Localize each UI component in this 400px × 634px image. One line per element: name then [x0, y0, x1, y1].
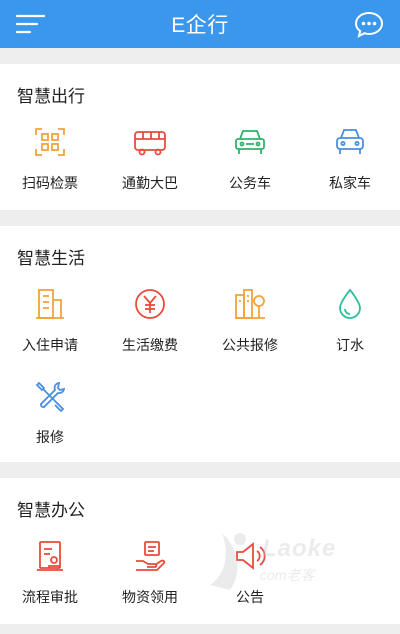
item-label: 流程审批	[22, 589, 78, 605]
water-drop-icon	[332, 286, 368, 322]
section-office: 智慧办公 流程审批 物资领用 公告	[0, 478, 400, 624]
bus-icon	[132, 124, 168, 160]
item-label: 生活缴费	[122, 337, 178, 353]
item-label: 订水	[336, 337, 364, 353]
page-title: E企行	[171, 14, 229, 37]
item-label: 物资领用	[122, 589, 178, 605]
menu-icon[interactable]	[15, 14, 46, 34]
megaphone-icon	[232, 538, 268, 574]
building-icon	[32, 286, 68, 322]
item-label: 扫码检票	[22, 175, 78, 191]
app-header: E企行	[0, 0, 400, 48]
item-label: 公共报修	[222, 337, 278, 353]
item-label: 公务车	[229, 175, 271, 191]
section-travel: 智慧出行 扫码检票 通勤大巴 公务车 私家车	[0, 64, 400, 210]
item-repair[interactable]: 报修	[0, 378, 100, 447]
item-life-payment[interactable]: 生活缴费	[100, 286, 200, 355]
item-official-car[interactable]: 公务车	[200, 124, 300, 193]
item-label: 报修	[36, 429, 64, 445]
private-car-icon	[332, 124, 368, 160]
item-label: 入住申请	[22, 337, 78, 353]
tools-icon	[32, 378, 68, 414]
supplies-icon	[132, 538, 168, 574]
item-order-water[interactable]: 订水	[300, 286, 400, 355]
item-public-repair[interactable]: 公共报修	[200, 286, 300, 355]
approval-icon	[32, 538, 68, 574]
item-supplies[interactable]: 物资领用	[100, 538, 200, 607]
yen-coin-icon	[132, 286, 168, 322]
item-label: 公告	[236, 589, 264, 605]
item-private-car[interactable]: 私家车	[300, 124, 400, 193]
qr-scan-icon	[32, 124, 68, 160]
item-label: 私家车	[329, 175, 371, 191]
section-title: 智慧生活	[17, 249, 85, 268]
item-commute-bus[interactable]: 通勤大巴	[100, 124, 200, 193]
chat-icon[interactable]	[354, 10, 384, 38]
section-title: 智慧出行	[17, 87, 85, 106]
section-life: 智慧生活 入住申请 生活缴费 公共报修 订水 报修	[0, 226, 400, 462]
item-announcement[interactable]: 公告	[200, 538, 300, 607]
official-car-icon	[232, 124, 268, 160]
section-title: 智慧办公	[17, 501, 85, 520]
public-repair-icon	[232, 286, 268, 322]
item-process-approval[interactable]: 流程审批	[0, 538, 100, 607]
item-label: 通勤大巴	[122, 175, 178, 191]
item-scan-ticket[interactable]: 扫码检票	[0, 124, 100, 193]
item-checkin-apply[interactable]: 入住申请	[0, 286, 100, 355]
